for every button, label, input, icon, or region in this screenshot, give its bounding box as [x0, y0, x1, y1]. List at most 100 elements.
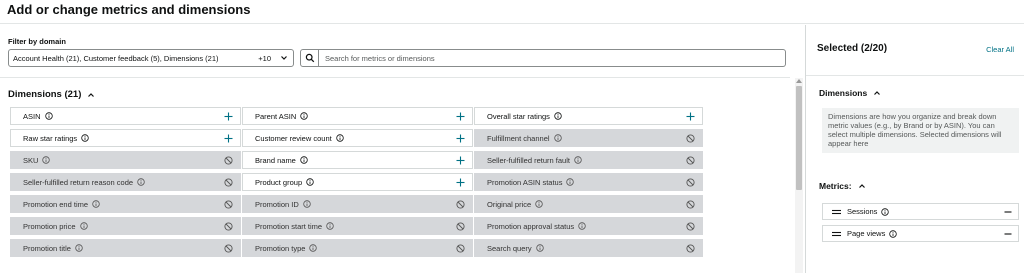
dimension-chip[interactable]: Parent ASIN	[242, 107, 473, 125]
info-icon[interactable]	[137, 178, 145, 186]
dimension-chip[interactable]: ASIN	[10, 107, 241, 125]
dimension-chip[interactable]: Product group	[242, 173, 473, 191]
scrollbar-thumb[interactable]	[796, 86, 802, 190]
dimensions-section-title: Dimensions (21)	[8, 89, 82, 100]
ban-icon	[456, 221, 465, 231]
dimension-chip: Promotion type	[242, 239, 473, 257]
drag-handle-icon[interactable]	[832, 231, 841, 237]
dimensions-scrollbar[interactable]	[795, 78, 803, 273]
info-icon[interactable]	[300, 112, 308, 120]
dimension-label: Promotion title	[23, 243, 71, 253]
selected-metric-item[interactable]: Sessions	[822, 203, 1019, 220]
plus-icon[interactable]	[224, 112, 233, 121]
info-icon[interactable]	[566, 178, 575, 186]
info-icon[interactable]	[554, 112, 562, 120]
ban-icon	[224, 243, 233, 253]
modal-title: Add or change metrics and dimensions	[7, 2, 251, 17]
info-icon[interactable]	[578, 222, 586, 230]
dimension-label: Promotion price	[23, 221, 76, 231]
info-icon[interactable]	[44, 112, 53, 120]
info-icon[interactable]	[889, 229, 898, 238]
plus-icon[interactable]	[456, 134, 465, 143]
ban-icon	[224, 155, 233, 165]
selected-panel: Selected (2/20) Clear All Dimensions Dim…	[805, 25, 1024, 273]
dimension-label: Parent ASIN	[255, 111, 297, 121]
dimension-label: Promotion start time	[255, 221, 323, 231]
info-icon[interactable]	[326, 222, 334, 230]
dimension-label: Promotion end time	[23, 199, 89, 209]
dimension-label: Customer review count	[255, 133, 332, 143]
info-icon[interactable]	[92, 200, 100, 208]
dimension-label: Seller-fulfilled return fault	[487, 155, 570, 165]
dimension-label: Seller-fulfilled return reason code	[23, 177, 134, 187]
dimensions-grid: ASIN Parent ASIN Overall star ratings Raw s…	[10, 107, 705, 257]
dimension-label: Fulfillment channel	[487, 133, 550, 143]
ban-icon	[686, 199, 695, 209]
selected-metrics-header[interactable]: Metrics:	[819, 181, 866, 191]
domain-filter-selected-text: Account Health (21), Customer feedback (…	[13, 53, 219, 63]
dimension-chip[interactable]: Brand name	[242, 151, 473, 169]
dimension-chip: Promotion approval status	[474, 217, 703, 235]
dimension-label: Raw star ratings	[23, 133, 78, 143]
ban-icon	[224, 199, 233, 209]
info-icon[interactable]	[309, 244, 318, 252]
search-icon	[305, 53, 314, 63]
ban-icon	[456, 199, 465, 209]
dimension-chip: Fulfillment channel	[474, 129, 703, 147]
info-icon[interactable]	[336, 134, 344, 142]
remove-metric-icon[interactable]	[1004, 208, 1012, 216]
info-icon[interactable]	[574, 156, 582, 164]
clear-all-link[interactable]: Clear All	[986, 45, 1014, 54]
dimension-chip: Original price	[474, 195, 703, 213]
dimension-chip[interactable]: Overall star ratings	[474, 107, 703, 125]
domain-filter-more-count: +10	[258, 53, 271, 63]
info-icon[interactable]	[306, 178, 314, 186]
dimensions-section-header[interactable]: Dimensions (21)	[8, 89, 95, 100]
info-icon[interactable]	[75, 244, 83, 252]
ban-icon	[224, 221, 233, 231]
dimension-chip[interactable]: Raw star ratings	[10, 129, 241, 147]
info-icon[interactable]	[881, 207, 890, 216]
dimension-chip: Promotion price	[10, 217, 241, 235]
info-icon[interactable]	[535, 244, 544, 252]
info-icon[interactable]	[553, 134, 562, 142]
plus-icon[interactable]	[224, 134, 233, 143]
dimension-chip: Seller-fulfilled return reason code	[10, 173, 241, 191]
ban-icon	[456, 243, 465, 253]
search-input[interactable]	[319, 49, 786, 67]
selected-metric-item[interactable]: Page views	[822, 225, 1019, 242]
ban-icon	[686, 221, 695, 231]
ban-icon	[686, 155, 695, 165]
plus-icon[interactable]	[686, 112, 695, 121]
dimension-chip: SKU	[10, 151, 241, 169]
remove-metric-icon[interactable]	[1004, 230, 1012, 238]
chevron-up-icon	[88, 92, 95, 97]
plus-icon[interactable]	[456, 112, 465, 121]
dimension-chip: Promotion title	[10, 239, 241, 257]
info-icon[interactable]	[303, 200, 311, 208]
dimension-chip[interactable]: Customer review count	[242, 129, 473, 147]
selected-metric-label: Sessions	[847, 207, 878, 216]
chevron-down-icon	[281, 56, 287, 60]
selected-metric-label: Page views	[847, 229, 886, 238]
scroll-up-arrow-icon[interactable]	[796, 79, 802, 83]
filter-label: Filter by domain	[8, 37, 66, 46]
dimensions-help-text: Dimensions are how you organize and brea…	[822, 108, 1019, 153]
info-icon[interactable]	[535, 200, 543, 208]
drag-handle-icon[interactable]	[832, 209, 841, 215]
info-icon[interactable]	[300, 156, 308, 164]
info-icon[interactable]	[81, 134, 89, 142]
info-icon[interactable]	[79, 222, 88, 230]
dimension-label: Promotion type	[255, 243, 306, 253]
plus-icon[interactable]	[456, 156, 465, 165]
info-icon[interactable]	[42, 156, 51, 164]
search-button[interactable]	[300, 49, 319, 67]
selected-dimensions-title: Dimensions	[819, 88, 868, 98]
plus-icon[interactable]	[456, 178, 465, 187]
dimension-chip: Seller-fulfilled return fault	[474, 151, 703, 169]
dimension-label: Promotion approval status	[487, 221, 575, 231]
dimension-label: Search query	[487, 243, 532, 253]
dimension-label: Promotion ID	[255, 199, 299, 209]
selected-dimensions-header[interactable]: Dimensions	[819, 88, 881, 98]
domain-filter-dropdown[interactable]: Account Health (21), Customer feedback (…	[8, 49, 294, 67]
